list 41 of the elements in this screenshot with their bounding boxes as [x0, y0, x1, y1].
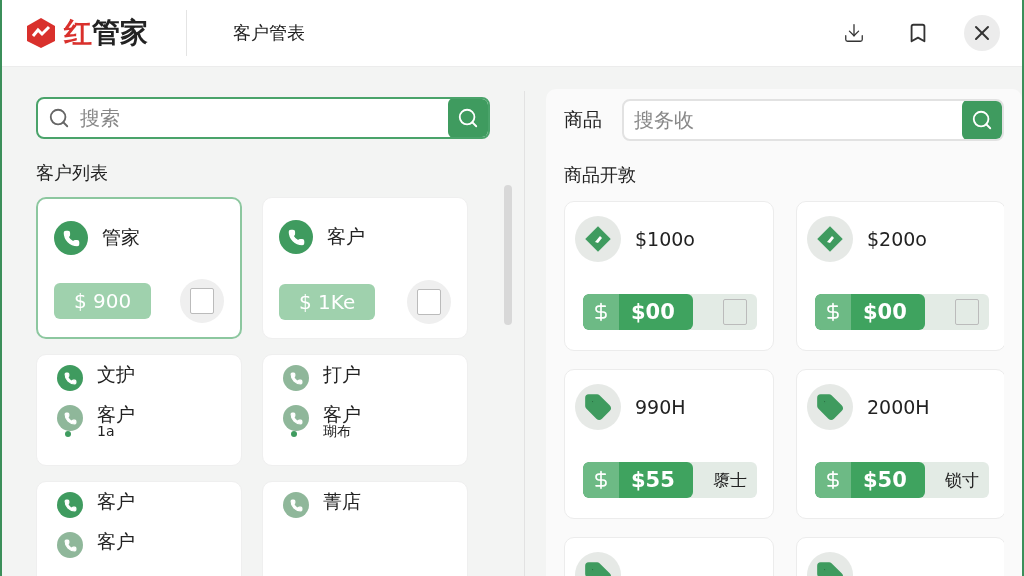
search-input[interactable]: 搜务收 [624, 108, 962, 132]
amount-badge: $ 1Ke [279, 284, 376, 320]
customer-detail: 1a [97, 424, 116, 438]
product-price: $200o [867, 228, 927, 250]
customer-name: 客户 [97, 492, 135, 511]
customer-card[interactable]: 客户 客户 [36, 481, 242, 576]
customer-name: 菁店 [323, 492, 361, 511]
section-heading: 客户列表 [36, 161, 109, 185]
product-card[interactable]: 2000H $50 锁寸 [796, 369, 1004, 519]
search-field[interactable]: 搜索 [36, 97, 491, 139]
amount-badge: $50 [815, 462, 925, 498]
customer-card[interactable]: 文护 客户 1a [36, 354, 242, 466]
product-card[interactable]: $200o $00 [796, 201, 1004, 351]
customer-name: 管家 [102, 225, 140, 250]
amount-badge: $00 [815, 294, 925, 330]
window-title: 客户管表 [233, 21, 306, 45]
search-input[interactable]: 搜索 [70, 106, 449, 130]
product-card[interactable]: 990H $55 隳士 [564, 369, 774, 519]
product-price: 990H [635, 396, 686, 418]
app-logo: 红管家 [64, 15, 148, 51]
customer-name: 打户 [323, 365, 361, 384]
customer-card[interactable]: 客户 $ 1Ke [262, 197, 468, 339]
product-card[interactable]: $100o $00 [564, 201, 774, 351]
customer-name: 客户 [327, 224, 365, 249]
product-note: 隳士 [713, 468, 747, 492]
amount-badge: $00 [583, 294, 693, 330]
customer-name: 客户 [97, 405, 135, 424]
customer-card[interactable]: 管家 $ 900 [36, 197, 242, 339]
product-note: 锁寸 [945, 468, 979, 492]
field-label: 商品 [564, 107, 602, 132]
customer-name: 文护 [97, 365, 135, 384]
customer-name: 客户 [323, 405, 361, 424]
amount-badge: $ 900 [54, 283, 152, 319]
product-price: 2000H [867, 396, 930, 418]
customer-card[interactable]: 菁店 [262, 481, 468, 576]
customer-card[interactable]: 打户 客户 瑚布 [262, 354, 468, 466]
customer-name: 客户 [97, 532, 135, 551]
customer-detail: 瑚布 [323, 424, 351, 438]
section-heading: 商品开敦 [564, 163, 637, 187]
product-price: $100o [635, 228, 695, 250]
amount-badge: $55 [583, 462, 693, 498]
